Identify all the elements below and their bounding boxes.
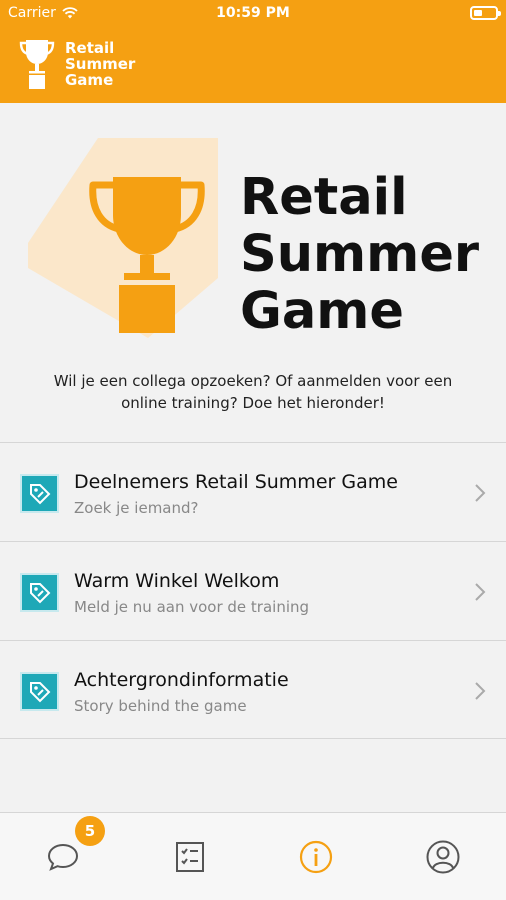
- list-item-subtitle: Zoek je iemand?: [74, 499, 199, 517]
- tag-icon: [20, 474, 59, 513]
- battery-icon: [470, 6, 501, 20]
- notification-badge: 5: [75, 816, 105, 846]
- menu-list: Deelnemers Retail Summer Game Zoek je ie…: [0, 442, 506, 739]
- clock: 10:59 PM: [216, 5, 290, 21]
- tab-profile[interactable]: [380, 813, 506, 900]
- trophy-icon: [89, 177, 205, 333]
- checklist-icon: [176, 842, 204, 872]
- app-header: Retail Summer Game: [0, 28, 506, 103]
- list-item-deelnemers[interactable]: Deelnemers Retail Summer Game Zoek je ie…: [0, 442, 506, 541]
- app-logo-text: Retail Summer Game: [65, 39, 136, 89]
- status-bar: Carrier 10:59 PM: [0, 0, 506, 28]
- list-item-title: Deelnemers Retail Summer Game: [74, 471, 398, 493]
- chat-icon: [47, 843, 79, 871]
- profile-icon: [426, 840, 460, 874]
- list-item-subtitle: Meld je nu aan voor de training: [74, 598, 310, 616]
- list-item-title: Warm Winkel Welkom: [74, 570, 280, 592]
- list-item-subtitle: Story behind the game: [74, 697, 247, 715]
- list-item-achtergrondinformatie[interactable]: Achtergrondinformatie Story behind the g…: [0, 640, 506, 739]
- tab-info[interactable]: [253, 813, 379, 900]
- chevron-right-icon: [475, 682, 486, 700]
- hero-banner: Retail Summer Game: [0, 103, 506, 363]
- tag-icon: [20, 573, 59, 612]
- tab-tasks[interactable]: [127, 813, 253, 900]
- list-item-warm-winkel-welkom[interactable]: Warm Winkel Welkom Meld je nu aan voor d…: [0, 541, 506, 640]
- tag-icon: [20, 672, 59, 711]
- info-icon: [299, 840, 333, 874]
- chevron-right-icon: [475, 583, 486, 601]
- tab-bar: 5: [0, 812, 506, 900]
- chevron-right-icon: [475, 484, 486, 502]
- intro-text: Wil je een collega opzoeken? Of aanmelde…: [53, 372, 453, 412]
- trophy-logo-icon: [19, 40, 55, 89]
- list-item-title: Achtergrondinformatie: [74, 669, 289, 691]
- tab-chat[interactable]: 5: [0, 813, 126, 900]
- hero-title: Retail Summer Game: [240, 168, 480, 341]
